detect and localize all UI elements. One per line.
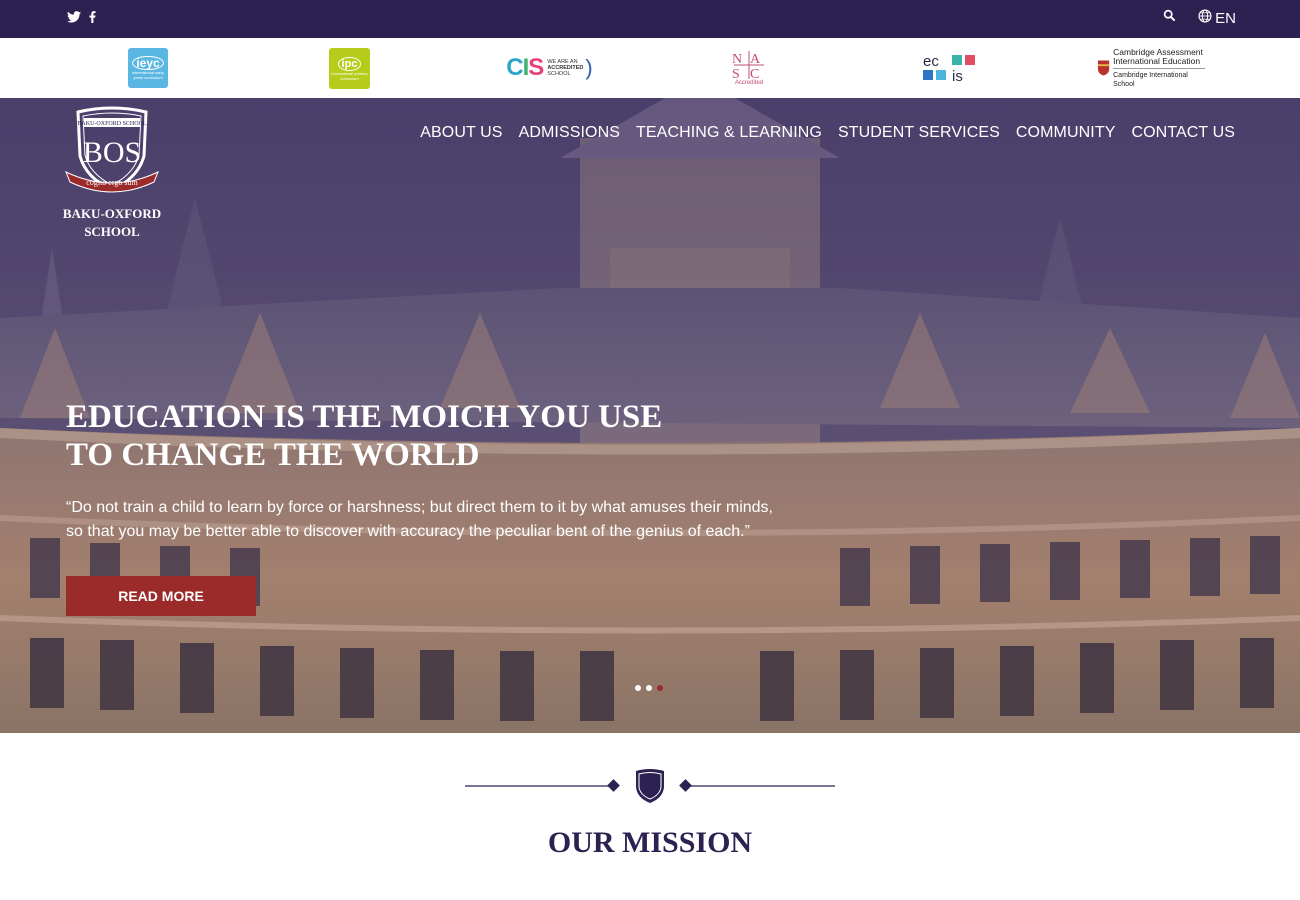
cambridge-logo[interactable]: Cambridge Assessment International Educa… [1097, 47, 1205, 89]
cambridge-subline: Cambridge International School [1113, 67, 1205, 89]
hero-headline: EDUCATION IS THE MOICH YOU USE TO CHANGE… [66, 398, 706, 474]
ecis-mark: ec is [923, 53, 975, 83]
ipc-logo-text: ipc [337, 56, 362, 71]
hero-banner: BAKU-OXFORD SCHOOL BOS cogito ergo sum B… [0, 98, 1300, 733]
svg-text:C: C [750, 67, 759, 80]
nav-about-us[interactable]: ABOUT US [420, 124, 502, 142]
school-name-line-1: BAKU-OXFORD [62, 206, 162, 221]
cis-logo-letters: CIS [506, 54, 544, 81]
search-icon[interactable] [1163, 9, 1176, 27]
ieyc-logo-subtext: international early years curriculum [132, 70, 164, 80]
hero-headline-line-1: EDUCATION IS THE MOICH YOU USE [66, 399, 663, 435]
ieyc-logo[interactable]: ieyc international early years curriculu… [128, 48, 168, 88]
facebook-icon[interactable] [89, 11, 96, 23]
crest-letters: BOS [83, 136, 141, 169]
language-switcher[interactable]: EN [1198, 9, 1236, 27]
crest-motto: cogito ergo sum [86, 178, 138, 187]
cis-text-3: SCHOOL [547, 71, 571, 77]
slider-dot-1[interactable] [635, 685, 641, 691]
twitter-icon[interactable] [67, 11, 81, 23]
cis-logo-text: WE ARE AN ACCREDITED SCHOOL [547, 59, 583, 77]
globe-icon [1198, 9, 1212, 27]
svg-text:S: S [732, 67, 740, 80]
ieyc-logo-text: ieyc [132, 56, 164, 70]
nav-contact-us[interactable]: CONTACT US [1131, 124, 1235, 142]
hero-headline-line-2: TO CHANGE THE WORLD [66, 437, 480, 473]
nav-community[interactable]: COMMUNITY [1016, 124, 1116, 142]
svg-text:ec: ec [923, 53, 939, 70]
mission-divider [465, 769, 835, 803]
svg-text:is: is [952, 68, 963, 83]
neasc-mark: N A S C [732, 51, 764, 80]
hero-quote: “Do not train a child to learn by force … [66, 496, 836, 544]
cambridge-shield-icon [1097, 60, 1110, 76]
ipc-logo-subtext: international primary curriculum [331, 70, 368, 81]
crest-top-text: BAKU-OXFORD SCHOOL [77, 121, 147, 127]
read-more-button[interactable]: READ MORE [66, 576, 256, 616]
language-label: EN [1215, 9, 1236, 27]
social-links [67, 11, 96, 23]
school-name: BAKU-OXFORD SCHOOL [60, 205, 164, 241]
cambridge-logo-text: Cambridge Assessment International Educa… [1113, 47, 1205, 89]
ecis-logo[interactable]: ec is [922, 48, 978, 88]
cis-bracket: ) [585, 55, 593, 80]
nav-admissions[interactable]: ADMISSIONS [519, 124, 620, 142]
nav-student-services[interactable]: STUDENT SERVICES [838, 124, 1000, 142]
slider-dots [635, 685, 663, 691]
nav-teaching-learning[interactable]: TEACHING & LEARNING [636, 124, 822, 142]
accreditation-strip: ieyc international early years curriculu… [0, 38, 1300, 98]
mission-title: OUR MISSION [547, 826, 753, 859]
neasc-logo[interactable]: N A S C Accredited [729, 48, 769, 88]
shield-icon [636, 769, 664, 803]
school-crest-icon: BAKU-OXFORD SCHOOL BOS cogito ergo sum [65, 106, 159, 193]
main-nav: ABOUT US ADMISSIONS TEACHING & LEARNING … [420, 124, 1235, 142]
hero-quote-line-1: “Do not train a child to learn by force … [66, 499, 773, 516]
cis-logo[interactable]: CIS WE ARE AN ACCREDITED SCHOOL ) [497, 48, 602, 88]
top-bar: EN [0, 0, 1300, 38]
school-name-line-2: SCHOOL [84, 224, 140, 239]
top-right-tools: EN [1163, 9, 1236, 27]
school-logo[interactable]: BAKU-OXFORD SCHOOL BOS cogito ergo sum B… [60, 106, 164, 241]
hero-quote-line-2: so that you may be better able to discov… [66, 523, 750, 540]
slider-dot-2[interactable] [646, 685, 652, 691]
neasc-logo-subtext: Accredited [734, 80, 764, 86]
cambridge-line-2: International Education [1113, 55, 1201, 66]
ipc-logo[interactable]: ipc international primary curriculum [329, 48, 370, 89]
slider-dot-3[interactable] [657, 685, 663, 691]
